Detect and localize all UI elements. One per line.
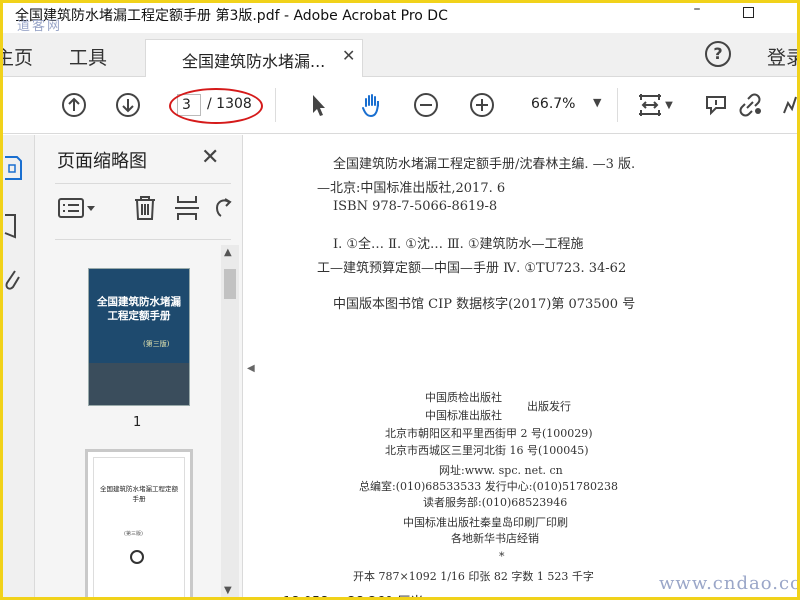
minimize-button[interactable]: – <box>687 3 707 21</box>
comment-icon[interactable] <box>701 90 731 120</box>
publisher-line: 总编室:(010)68533533 发行中心:(010)51780238 <box>359 480 619 493</box>
publisher-line: 北京市朝阳区和平里西街甲 2 号(100029) <box>385 427 593 440</box>
cover-band <box>89 363 189 405</box>
fit-page-icon[interactable] <box>635 90 665 120</box>
cip-line: 全国建筑防水堵漏工程定额手册/沈春林主编. —3 版. <box>333 157 636 172</box>
thumbnail-scrollbar[interactable]: ▲ ▼ <box>221 245 239 597</box>
divider <box>55 239 231 240</box>
trash-icon[interactable] <box>131 193 159 223</box>
help-icon[interactable]: ? <box>705 41 731 67</box>
select-cursor-icon[interactable] <box>303 90 333 120</box>
page-thumbnails-icon[interactable] <box>3 153 31 185</box>
publisher-line: * <box>499 550 505 563</box>
page-thumbnail-2[interactable]: 全国建筑防水堵漏工程定额手册 (第三版) <box>85 449 193 597</box>
tab-document[interactable]: 全国建筑防水堵漏... ✕ <box>145 39 363 77</box>
toolbar-divider <box>275 88 276 122</box>
cip-line: 工—建筑预算定额—中国—手册 Ⅳ. ①TU723. 34-62 <box>317 261 627 276</box>
publisher-line: 中国标准出版社 <box>425 409 502 422</box>
document-view[interactable]: 全国建筑防水堵漏工程定额手册/沈春林主编. —3 版. —北京:中国标准出版社,… <box>269 135 797 597</box>
publisher-line: 读者服务部:(010)68523946 <box>423 496 568 509</box>
publisher-line: 出版发行 <box>527 400 571 413</box>
scroll-down-icon[interactable]: ▼ <box>224 585 232 596</box>
tab-tools[interactable]: 工具 <box>69 43 107 70</box>
cip-line: —北京:中国标准出版社,2017. 6 <box>317 181 506 196</box>
collapse-panel-icon[interactable]: ◀ <box>247 363 255 374</box>
publisher-logo-icon <box>130 550 144 564</box>
thumbnail-page: 全国建筑防水堵漏工程定额手册 (第三版) <box>94 458 184 597</box>
watermark-text: www.cndao.com <box>659 573 797 594</box>
maximize-button[interactable] <box>743 7 754 18</box>
app-window: 全国建筑防水堵漏工程定额手册 第3版.pdf - Adobe Acrobat P… <box>0 0 800 600</box>
hand-tool-icon[interactable] <box>357 90 387 120</box>
close-tab-icon[interactable]: ✕ <box>342 46 355 65</box>
tab-document-label: 全国建筑防水堵漏... <box>182 52 326 71</box>
watermark-logo: 道客网 <box>17 19 63 34</box>
panel-title: 页面缩略图 <box>57 151 147 172</box>
thumbnail-page-number: 1 <box>133 415 142 430</box>
thumbnail-subtitle: (第三版) <box>124 531 143 537</box>
rotate-icon[interactable] <box>213 193 233 223</box>
insert-page-icon[interactable] <box>173 193 201 223</box>
divider <box>55 183 231 184</box>
close-panel-icon[interactable]: ✕ <box>201 145 219 170</box>
publisher-line: 中国标准出版社秦皇岛印刷厂印刷 <box>403 516 568 529</box>
toolbar: / 1308 66.7% ▼ ▼ <box>3 78 797 134</box>
chevron-down-icon: ▼ <box>593 96 602 109</box>
bookmarks-icon[interactable] <box>3 211 31 243</box>
previous-page-icon[interactable] <box>59 90 89 120</box>
tab-bar: 主页 工具 全国建筑防水堵漏... ✕ ? 登录 <box>3 33 797 77</box>
zoom-value: 66.7% <box>531 96 576 112</box>
tab-home[interactable]: 主页 <box>3 43 33 70</box>
page-size-status: 18.058 × 28.260 厘米 <box>283 591 423 597</box>
publisher-line: 中国质检出版社 <box>425 391 502 404</box>
cip-line: Ⅰ. ①全… Ⅱ. ①沈… Ⅲ. ①建筑防水—工程施 <box>333 237 584 252</box>
options-menu-icon[interactable] <box>57 193 97 223</box>
next-page-icon[interactable] <box>113 90 143 120</box>
publisher-line: 各地新华书店经销 <box>451 532 539 545</box>
highlight-annotation <box>169 88 263 124</box>
thumbnail-title: 全国建筑防水堵漏工程定额手册 <box>100 485 178 503</box>
sign-icon[interactable] <box>777 90 797 120</box>
window-title: 全国建筑防水堵漏工程定额手册 第3版.pdf - Adobe Acrobat P… <box>15 8 448 24</box>
title-bar: 全国建筑防水堵漏工程定额手册 第3版.pdf - Adobe Acrobat P… <box>3 3 797 27</box>
left-navigation-rail <box>3 135 35 597</box>
chevron-down-icon[interactable]: ▼ <box>663 90 675 120</box>
thumbnails-panel: 页面缩略图 ✕ 全国建筑防水堵漏工程定额手册 (第三版) 1 全国建筑防水堵漏工… <box>35 135 243 597</box>
page-thumbnail-1[interactable]: 全国建筑防水堵漏工程定额手册 (第三版) <box>89 269 189 405</box>
publisher-line: 网址:www. spc. net. cn <box>439 464 563 477</box>
thumbnail-cover-title: 全国建筑防水堵漏工程定额手册 <box>97 296 181 322</box>
thumbnail-cover-subtitle: (第三版) <box>143 340 170 348</box>
share-link-icon[interactable] <box>735 90 765 120</box>
zoom-dropdown[interactable]: 66.7% ▼ <box>521 94 607 118</box>
zoom-in-icon[interactable] <box>467 90 497 120</box>
cip-line: ISBN 978-7-5066-8619-8 <box>333 199 498 214</box>
scrollbar-thumb[interactable] <box>224 269 236 299</box>
cip-line: 中国版本图书馆 CIP 数据核字(2017)第 073500 号 <box>333 297 636 312</box>
toolbar-divider <box>617 88 618 122</box>
scroll-up-icon[interactable]: ▲ <box>224 247 232 258</box>
publisher-line: 北京市西城区三里河北街 16 号(100045) <box>385 444 589 457</box>
attachments-icon[interactable] <box>3 265 31 297</box>
publisher-line: 开本 787×1092 1/16 印张 82 字数 1 523 千字 <box>353 570 594 583</box>
zoom-out-icon[interactable] <box>411 90 441 120</box>
login-button[interactable]: 登录 <box>767 43 797 70</box>
